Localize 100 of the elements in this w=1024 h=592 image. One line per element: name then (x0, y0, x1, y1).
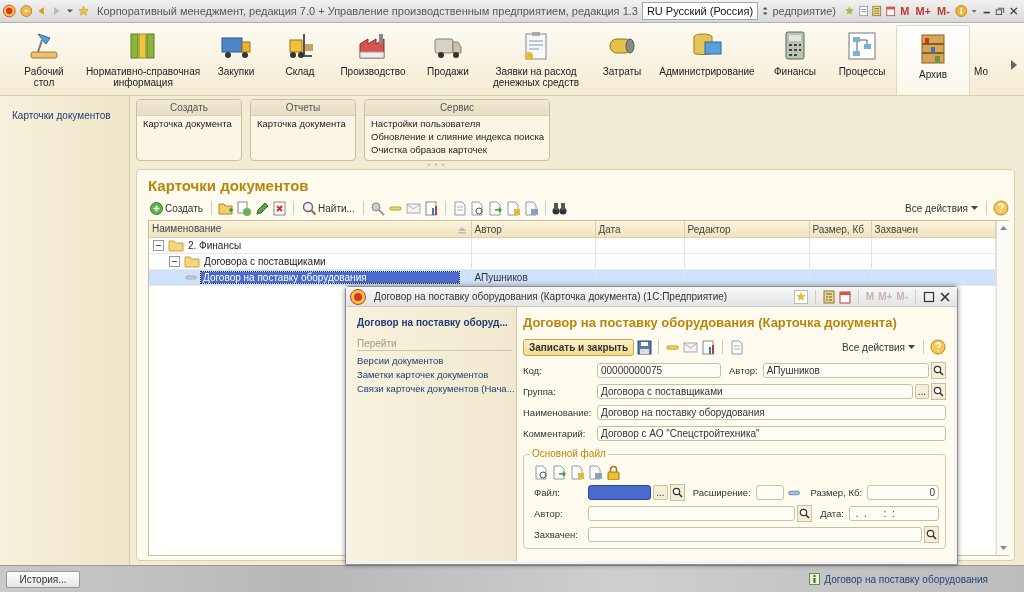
calculator-icon[interactable] (822, 289, 835, 304)
section-tab[interactable]: Мо (970, 23, 1000, 95)
document-save-icon[interactable] (523, 200, 539, 216)
choose-button[interactable]: ... (653, 485, 668, 500)
padlock-icon[interactable] (606, 464, 621, 480)
info-icon[interactable] (954, 3, 968, 19)
save-and-close-button[interactable]: Записать и закрыть (523, 338, 635, 356)
scroll-right-icon[interactable] (1010, 59, 1018, 71)
command-link[interactable]: Настройки пользователя (371, 118, 481, 129)
navigation-link[interactable]: Версии документов (357, 354, 512, 368)
navigation-link[interactable]: Карточки документов (12, 110, 125, 121)
collapse-icon[interactable] (153, 240, 164, 251)
calendar-icon[interactable] (838, 289, 851, 304)
search-icon[interactable] (797, 505, 813, 522)
binoculars-icon[interactable] (551, 200, 567, 216)
memory-button[interactable]: M- (937, 5, 950, 17)
collapse-icon[interactable] (169, 256, 180, 267)
section-tab[interactable]: Затраты (592, 23, 652, 95)
history-button[interactable]: История... (6, 570, 80, 588)
section-tab[interactable]: Закупки (202, 23, 270, 95)
code-field[interactable]: 00000000075 (597, 363, 721, 378)
file-author-field[interactable] (588, 506, 796, 521)
section-tab[interactable]: Процессы (828, 23, 896, 95)
section-tab[interactable]: Финансы (762, 23, 828, 95)
document-save-icon[interactable] (588, 464, 603, 480)
app-logo-icon[interactable] (3, 3, 16, 19)
magnifier-icon[interactable] (369, 200, 385, 216)
memory-button[interactable]: M (900, 5, 910, 17)
document-icon[interactable] (859, 4, 869, 18)
column-header[interactable]: Размер, Кб (809, 221, 871, 238)
create-button[interactable]: Создать (148, 201, 205, 215)
date-field[interactable]: . . : : (849, 506, 939, 521)
all-actions-button[interactable]: Все действия (903, 202, 980, 214)
search-icon[interactable] (931, 362, 946, 379)
column-header[interactable]: Наименование (149, 221, 471, 238)
section-tab[interactable]: Нормативно-справочная информация (84, 23, 202, 95)
section-tab[interactable]: Администрирование (652, 23, 762, 95)
size-field[interactable]: 0 (867, 485, 939, 500)
section-tab[interactable]: Рабочий стол (4, 23, 84, 95)
status-message[interactable]: Договор на поставку оборудования (824, 573, 988, 585)
all-actions-button[interactable]: Все действия (840, 341, 917, 353)
command-link[interactable]: Очистка образов карточек (371, 144, 487, 155)
scroll-down-icon[interactable] (998, 544, 1008, 552)
choose-button[interactable]: ... (914, 384, 929, 399)
table-row[interactable]: Договор на поставку оборудования АПушников (149, 269, 995, 286)
pencil-icon[interactable] (254, 200, 269, 216)
document-arrow-icon[interactable] (487, 200, 503, 216)
caret-icon (971, 203, 978, 213)
column-header[interactable]: Редактор (684, 221, 809, 238)
maximize-icon[interactable] (923, 290, 935, 303)
table-row[interactable]: Договора с поставщиками (149, 253, 995, 270)
calculator-icon[interactable] (872, 4, 882, 18)
comment-field[interactable]: Договор с АО "Спецстройтехника" (597, 426, 946, 441)
star-icon[interactable] (78, 4, 89, 18)
navigation-link[interactable]: Связи карточек документов (Нача... (357, 382, 512, 396)
captured-field[interactable] (588, 527, 922, 542)
command-link[interactable]: Карточка документа (257, 118, 346, 129)
file-field[interactable] (588, 485, 652, 500)
document-lock-icon[interactable] (570, 464, 585, 480)
section-tab[interactable]: Заявки на расход денежных средств (480, 23, 592, 95)
report-icon[interactable] (423, 200, 439, 216)
author-field[interactable]: АПушников (762, 363, 929, 378)
document-arrow-icon[interactable] (552, 464, 567, 480)
document-search-icon[interactable] (469, 200, 485, 216)
column-header[interactable]: Захвачен (871, 221, 995, 238)
command-link[interactable]: Обновление и слияние индекса поиска (371, 131, 545, 142)
column-header[interactable]: Автор (471, 221, 595, 238)
calendar-icon[interactable] (885, 4, 896, 18)
section-tab[interactable]: Архив (896, 25, 970, 95)
navigation-link[interactable]: Заметки карточек документов (357, 368, 512, 382)
section-tab[interactable]: Производство (330, 23, 416, 95)
spin-arrows-icon[interactable] (762, 4, 769, 18)
command-link[interactable]: Карточка документа (143, 118, 232, 129)
delete-icon[interactable] (272, 200, 287, 216)
search-icon[interactable] (669, 484, 685, 501)
table-row[interactable]: 2. Финансы (149, 237, 995, 254)
extension-field[interactable] (755, 485, 785, 500)
form-navigation-title[interactable]: Договор на поставку оборуд... (357, 317, 512, 328)
search-icon[interactable] (931, 383, 946, 400)
report-icon[interactable] (701, 339, 717, 355)
section-tab[interactable]: Склад (270, 23, 330, 95)
copy-icon[interactable] (236, 200, 251, 216)
section-tab[interactable]: Продажи (416, 23, 480, 95)
name-field[interactable]: Договор на поставку оборудования (597, 405, 946, 420)
help-icon[interactable] (993, 200, 1009, 216)
search-icon[interactable] (924, 526, 939, 543)
dropdown-icon[interactable] (19, 3, 33, 19)
add-folder-icon[interactable] (218, 200, 233, 216)
document-search-icon[interactable] (534, 464, 549, 480)
document-icon[interactable] (729, 339, 745, 355)
column-header[interactable]: Дата (595, 221, 684, 238)
help-icon[interactable] (930, 339, 946, 355)
document-lock-icon[interactable] (505, 200, 521, 216)
group-field[interactable]: Договора с поставщиками (597, 384, 913, 399)
close-icon[interactable] (939, 290, 951, 303)
scroll-up-icon[interactable] (998, 224, 1008, 232)
app-logo-icon[interactable] (350, 288, 366, 305)
memory-button[interactable]: M+ (915, 5, 931, 17)
find-button[interactable]: Найти... (300, 201, 357, 215)
splitter-grip-icon[interactable] (425, 162, 446, 167)
